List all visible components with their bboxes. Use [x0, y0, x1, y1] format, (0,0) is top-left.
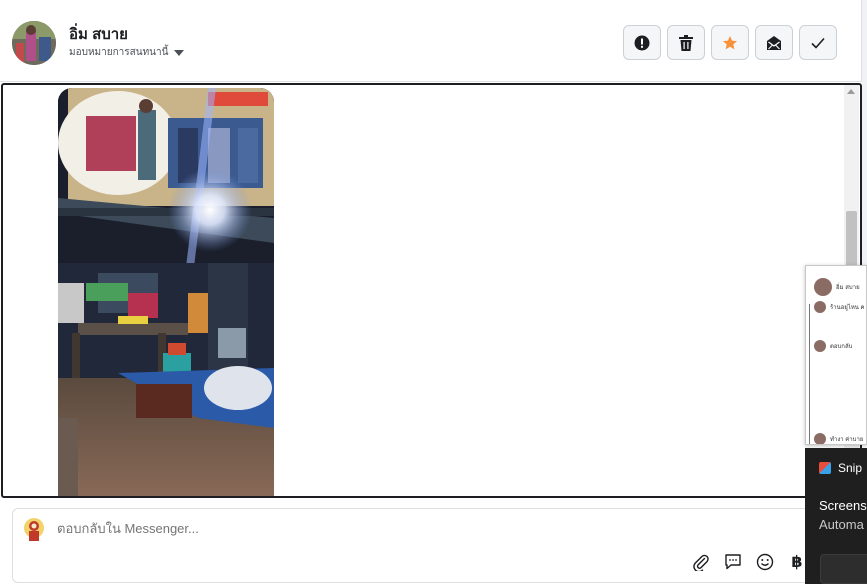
preview-name: อิ่ม สบาย — [836, 285, 860, 291]
snip-message-line2: Automa — [819, 517, 864, 532]
preview-message-avatar — [814, 433, 826, 444]
inbox-page: อิ่ม สบาย มอบหมายการสนทนานี้ ตอบกลับใน M… — [0, 0, 867, 584]
snipping-tool-icon — [819, 462, 831, 474]
mark-unread-icon — [767, 35, 781, 50]
star-button[interactable] — [711, 25, 749, 60]
attach-button[interactable] — [691, 552, 711, 572]
message-thread[interactable] — [1, 83, 862, 498]
preview-message: ร้านอยู่ไหน ค — [814, 301, 865, 313]
snip-notification[interactable]: Snip Screens Automa — [805, 448, 867, 584]
composer-tools: ฿ — [691, 552, 807, 572]
scroll-up-arrow-icon[interactable] — [847, 89, 855, 94]
preview-message-text: ทำงา ค่าบาย — [830, 437, 864, 443]
reply-composer: ฿ — [12, 508, 862, 583]
saved-replies-button[interactable] — [723, 552, 743, 572]
message-photo-attachment[interactable] — [58, 88, 274, 496]
conversation-actions — [623, 25, 837, 60]
emoji-icon — [756, 553, 774, 571]
chat-bubble-icon — [725, 554, 741, 570]
payment-button[interactable]: ฿ — [787, 552, 807, 572]
delete-button[interactable] — [667, 25, 705, 60]
preview-message-avatar — [814, 301, 826, 313]
contact-name: อิ่ม สบาย — [69, 26, 128, 43]
preview-message-text: ร้านอยู่ไหน ค — [830, 305, 865, 311]
star-icon — [723, 35, 737, 49]
conversation-header: อิ่ม สบาย มอบหมายการสนทนานี้ — [0, 0, 862, 82]
snip-message-line1: Screens — [819, 498, 867, 513]
assign-label: มอบหมายการสนทนานี้ — [69, 47, 169, 58]
preview-message-avatar — [814, 340, 826, 352]
snip-action-button[interactable] — [820, 554, 867, 584]
trash-icon — [679, 34, 693, 51]
snip-app-name: Snip — [838, 461, 863, 475]
assign-conversation-dropdown[interactable]: มอบหมายการสนทนานี้ — [69, 45, 185, 60]
page-gutter — [862, 0, 867, 265]
scroll-thumb[interactable] — [846, 211, 857, 271]
baht-icon: ฿ — [791, 554, 803, 571]
preview-message-text: ตอบกลับ — [830, 344, 853, 350]
preview-message: ตอบกลับ — [814, 340, 852, 352]
spam-button[interactable] — [623, 25, 661, 60]
page-avatar — [23, 517, 45, 541]
caret-down-icon — [174, 49, 185, 56]
preview-message: ทำงา ค่าบาย — [814, 433, 864, 444]
emoji-button[interactable] — [755, 552, 775, 572]
preview-divider — [809, 304, 810, 444]
contact-avatar[interactable] — [12, 21, 56, 65]
check-icon — [811, 37, 825, 49]
preview-avatar — [814, 278, 832, 296]
reply-input[interactable] — [57, 521, 457, 536]
mark-unread-button[interactable] — [755, 25, 793, 60]
snip-title: Snip — [819, 461, 862, 475]
mark-done-button[interactable] — [799, 25, 837, 60]
paperclip-icon — [693, 554, 709, 571]
alert-icon — [634, 35, 650, 50]
preview-header: อิ่ม สบาย — [814, 278, 860, 296]
messenger-preview-window[interactable]: อิ่ม สบาย ร้านอยู่ไหน ค ตอบกลับ ทำงา ค่า… — [805, 265, 867, 445]
